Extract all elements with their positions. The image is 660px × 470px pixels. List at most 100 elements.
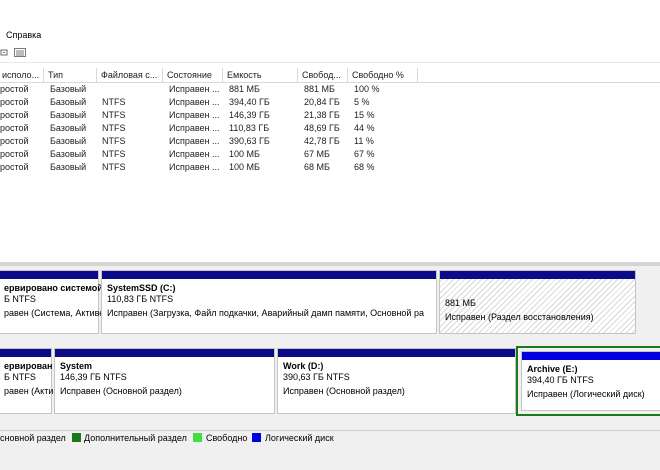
table-cell: 42,78 ГБ [304,136,340,146]
partition-recovery[interactable]: 881 МБ Исправен (Раздел восстановления) [439,270,636,334]
table-cell: 100 МБ [229,149,260,159]
table-cell: ростой [0,162,29,172]
partition-bar [440,271,635,279]
table-cell: 48,69 ГБ [304,123,340,133]
table-cell: 5 % [354,97,370,107]
table-row[interactable]: ростой Базовый NTFS Исправен ... 110,83 ГБ 48… [0,122,660,135]
partition-size: 881 МБ [445,298,476,308]
partition-status: равен (Актив [4,386,59,396]
table-cell: 44 % [354,123,375,133]
menu-help[interactable]: Справка [6,30,41,40]
table-cell: Исправен ... [169,123,220,133]
partition-system-reserved[interactable]: ервировано системой Б NTFS равен (Систем… [0,270,109,334]
partition-size: 390,63 ГБ NTFS [283,372,350,382]
table-row[interactable]: ростой Базовый NTFS Исправен ... 100 МБ 67 МБ… [0,148,660,161]
list-header: исполо... Тип Файловая с... Состояние Ем… [0,68,660,83]
table-cell: Исправен ... [169,162,220,172]
column-status[interactable]: Состояние [163,68,223,82]
partition-work-d[interactable]: Work (D:) 390,63 ГБ NTFS Исправен (Основ… [277,348,516,414]
table-cell: NTFS [102,136,126,146]
legend-primary: сновной раздел [0,433,66,443]
table-cell: Базовый [50,123,87,133]
table-cell: 100 МБ [229,162,260,172]
partition-name: Archive (E:) [527,364,578,374]
partition-bar [522,352,660,360]
table-cell: Базовый [50,110,87,120]
table-cell: 390,63 ГБ [229,136,270,146]
partition-system[interactable]: System 146,39 ГБ NTFS Исправен (Основной… [54,348,275,414]
column-filesystem[interactable]: Файловая с... [97,68,163,82]
partition-status: Исправен (Основной раздел) [283,386,405,396]
partition-size: 146,39 ГБ NTFS [60,372,127,382]
table-cell: ростой [0,84,29,94]
legend-extended-swatch [72,433,81,442]
legend: сновной раздел Дополнительный раздел Сво… [0,430,660,445]
status-bar [0,445,660,470]
partition-size: Б NTFS [4,294,36,304]
table-cell: Исправен ... [169,84,220,94]
table-cell: Базовый [50,162,87,172]
table-cell: Исправен ... [169,136,220,146]
table-cell: 881 МБ [229,84,260,94]
partition-bar [278,349,515,357]
table-row[interactable]: ростой Базовый NTFS Исправен ... 394,40 ГБ 20… [0,96,660,109]
legend-free-swatch [193,433,202,442]
table-cell: ростой [0,123,29,133]
table-cell: Базовый [50,136,87,146]
table-cell: 67 % [354,149,375,159]
table-cell: 15 % [354,110,375,120]
column-free-space[interactable]: Свобод... [298,68,348,82]
table-cell: Базовый [50,149,87,159]
legend-extended: Дополнительный раздел [84,433,187,443]
table-cell: 67 МБ [304,149,330,159]
partition-size: 394,40 ГБ NTFS [527,375,594,385]
column-capacity[interactable]: Емкость [223,68,298,82]
table-cell: NTFS [102,110,126,120]
partition-name: Work (D:) [283,361,324,371]
column-type[interactable]: Тип [44,68,97,82]
column-free-percent[interactable]: Свободно % [348,68,418,82]
table-cell: ростой [0,149,29,159]
partition-size: 110,83 ГБ NTFS [107,294,174,304]
legend-logical: Логический диск [265,433,334,443]
properties-icon[interactable] [0,47,12,58]
table-row[interactable]: ростой Базовый NTFS Исправен ... 100 МБ 68 МБ… [0,161,660,174]
partition-bar [55,349,274,357]
partition-systemssd-c[interactable]: SystemSSD (C:) 110,83 ГБ NTFS Исправен (… [101,270,437,334]
table-cell: 146,39 ГБ [229,110,270,120]
partition-name: System [60,361,93,371]
partition-status: Исправен (Раздел восстановления) [445,312,594,322]
partition-status: Исправен (Основной раздел) [60,386,182,396]
partition-status: равен (Система, Активен [4,308,110,318]
partition-size: Б NTFS [4,372,36,382]
partition-status: Исправен (Логический диск) [527,389,645,399]
table-cell: 68 МБ [304,162,330,172]
partition-bar [0,271,98,279]
table-cell: Исправен ... [169,110,220,120]
table-cell: 11 % [354,136,374,146]
partition-reserved-disk1[interactable]: ервирован Б NTFS равен (Актив [0,348,58,414]
table-cell: 110,83 ГБ [229,123,270,133]
partition-name: ервировано системой [4,283,103,293]
table-cell: 21,38 ГБ [304,110,340,120]
column-layout[interactable]: исполо... [0,68,44,82]
table-cell: ростой [0,136,29,146]
table-cell: Исправен ... [169,149,220,159]
table-row[interactable]: ростой Базовый NTFS Исправен ... 146,39 ГБ 21… [0,109,660,122]
disk-map: ервировано системой Б NTFS равен (Систем… [0,266,660,430]
table-row[interactable]: ростой Базовый Исправен ... 881 МБ 881 МБ 100… [0,83,660,96]
partition-name: SystemSSD (C:) [107,283,176,293]
partition-status: Исправен (Загрузка, Файл подкачки, Авари… [107,308,424,318]
table-row[interactable]: ростой Базовый NTFS Исправен ... 390,63 ГБ 42… [0,135,660,148]
title-bar [0,0,660,26]
table-cell: NTFS [102,123,126,133]
table-cell: 68 % [354,162,375,172]
table-cell: Базовый [50,97,87,107]
partition-archive-e[interactable]: Archive (E:) 394,40 ГБ NTFS Исправен (Ло… [521,351,660,411]
legend-logical-swatch [252,433,261,442]
table-cell: Исправен ... [169,97,220,107]
legend-free: Свободно [206,433,248,443]
table-cell: NTFS [102,149,126,159]
table-cell: ростой [0,97,29,107]
view-list-icon[interactable] [14,47,26,58]
